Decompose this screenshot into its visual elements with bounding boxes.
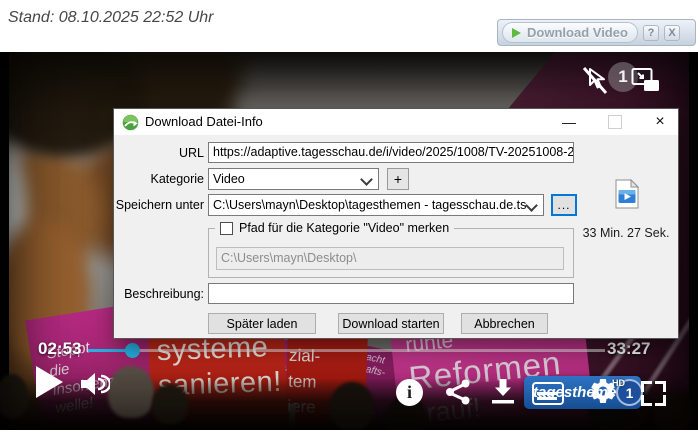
video-edge [0,52,9,430]
description-label: Beschreibung: [124,287,204,301]
remember-path-value: C:\Users\mayn\Desktop\ [216,247,564,270]
idm-globe-icon [122,114,139,131]
cancel-button[interactable]: Abbrechen [461,313,548,334]
browse-button[interactable]: ... [551,194,577,216]
panel-close-button[interactable]: X [664,24,680,41]
page-timestamp: Stand: 08.10.2025 22:52 Uhr [8,9,214,26]
volume-icon[interactable] [80,372,110,396]
file-duration-text: 33 Min. 27 Sek. [582,226,670,240]
person-head [152,384,188,424]
video-file-icon [615,179,639,209]
remember-path-group: Pfad für die Kategorie "Video" merken C:… [208,221,574,278]
chevron-down-icon [360,173,373,186]
pip-icon[interactable] [631,67,661,93]
dialog-titlebar: Download Datei-Info — × [114,109,678,135]
add-category-button[interactable]: + [387,168,409,190]
video-duration: 33:27 [607,339,651,358]
remember-path-caption: Pfad für die Kategorie "Video" merken [215,221,455,235]
start-download-button[interactable]: Download starten [338,313,444,334]
person-head [330,382,374,430]
sign-text: zial- [288,345,321,366]
panel-help-button[interactable]: ? [643,24,659,41]
close-button[interactable]: × [642,109,678,135]
person-head [108,366,154,418]
download-icon[interactable] [490,378,516,406]
kategorie-value: Video [213,172,245,186]
kategorie-label: Kategorie [150,172,204,186]
fullscreen-icon[interactable] [641,381,666,406]
settings-icon[interactable] [588,376,618,406]
play-button[interactable] [36,366,63,398]
maximize-icon [608,115,622,129]
play-icon [512,27,522,38]
maximize-button [600,109,630,135]
minimize-button[interactable]: — [551,109,587,135]
page: Stand: 08.10.2025 22:52 Uhr Download Vid… [0,0,698,437]
info-icon[interactable]: i [396,379,423,406]
save-as-input[interactable]: C:\Users\mayn\Desktop\tagesthemen - tage… [208,194,544,216]
person-head [0,374,28,418]
share-icon[interactable] [444,378,472,406]
kategorie-select[interactable]: Video [208,168,379,190]
download-video-label: Download Video [527,25,628,40]
download-video-button[interactable]: Download Video [502,22,638,43]
remember-path-checkbox[interactable] [220,221,233,235]
subtitles-icon[interactable] [532,382,564,405]
description-input[interactable] [208,283,574,304]
save-as-label: Speichern unter [115,198,204,212]
url-input[interactable]: https://adaptive.tagesschau.de/i/video/2… [208,142,574,163]
chevron-down-icon [525,199,538,212]
url-label: URL [178,146,204,160]
idm-download-panel: Download Video ? X [497,19,696,46]
video-edge [689,52,698,430]
save-as-value: C:\Users\mayn\Desktop\tagesthemen - tage… [213,198,527,212]
progress-bar[interactable] [88,343,605,358]
dialog-title: Download Datei-Info [145,114,263,129]
remember-path-label: Pfad für die Kategorie "Video" merken [239,221,450,235]
current-time: 02:53 [38,339,82,358]
later-button[interactable]: Später laden [208,313,316,334]
download-dialog: Download Datei-Info — × URL https://adap… [113,108,679,339]
